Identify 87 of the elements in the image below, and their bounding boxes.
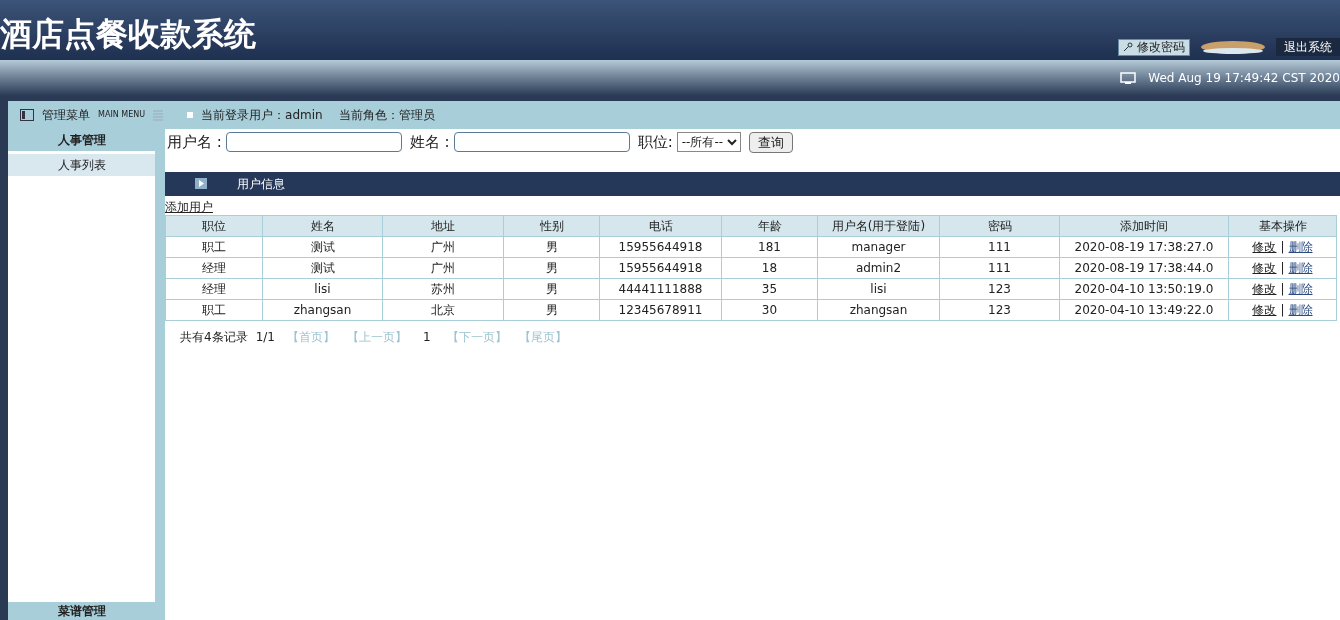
table-cell: lisi	[817, 278, 940, 299]
delete-link[interactable]: 删除	[1288, 239, 1313, 254]
key-icon	[1123, 42, 1133, 52]
table-cell: admin2	[817, 257, 940, 278]
sidebar-item[interactable]: 人事列表	[8, 154, 155, 176]
table-cell: 111	[939, 257, 1060, 278]
app-title: 酒店点餐收款系统	[0, 18, 256, 50]
table-cell: 广州	[382, 257, 504, 278]
table-cell: 职工	[165, 299, 263, 320]
table-cell: manager	[817, 236, 940, 257]
table-cell: 男	[503, 299, 600, 320]
delete-link[interactable]: 删除	[1288, 260, 1313, 275]
datetime-text: Wed Aug 19 17:49:42 CST 2020	[1148, 70, 1340, 87]
field-label: 用户名 :	[167, 132, 222, 153]
food-dish-icon	[1198, 39, 1268, 55]
panel-icon	[20, 109, 34, 121]
table-cell: 35	[721, 278, 818, 299]
table-cell: 测试	[262, 236, 383, 257]
separator-text: |	[1280, 281, 1285, 296]
column-header: 性别	[503, 215, 600, 236]
section-title: 用户信息	[237, 175, 285, 193]
table-cell: 30	[721, 299, 818, 320]
table-cell: zhangsan	[262, 299, 383, 320]
table-cell: 苏州	[382, 278, 504, 299]
table-cell: 男	[503, 278, 600, 299]
column-header: 用户名(用于登陆)	[817, 215, 940, 236]
column-header: 地址	[382, 215, 504, 236]
table-cell: 181	[721, 236, 818, 257]
input-field[interactable]	[225, 132, 402, 153]
table-cell: 2020-04-10 13:49:22.0	[1059, 299, 1229, 320]
table-cell: 男	[503, 236, 600, 257]
separator-text: |	[1280, 260, 1285, 275]
column-header: 基本操作	[1228, 215, 1337, 236]
column-header: 密码	[939, 215, 1060, 236]
current-user-text: 当前登录用户：admin	[201, 107, 323, 124]
menu-title: 管理菜单	[42, 107, 90, 124]
table-cell: 2020-08-19 17:38:27.0	[1059, 236, 1229, 257]
column-header: 年龄	[721, 215, 818, 236]
table-cell: 18	[721, 257, 818, 278]
play-icon	[195, 178, 207, 189]
table-cell: 男	[503, 257, 600, 278]
table-cell: 广州	[382, 236, 504, 257]
column-header: 电话	[599, 215, 722, 236]
table-cell: 北京	[382, 299, 504, 320]
table-cell: lisi	[262, 278, 383, 299]
menu-subtitle: MAIN MENU	[98, 109, 146, 121]
separator-text: |	[1280, 239, 1285, 254]
logout-button[interactable]: 退出系统	[1276, 38, 1340, 56]
table-cell: 15955644918	[599, 257, 722, 278]
table-cell: 经理	[165, 278, 263, 299]
column-header: 职位	[165, 215, 263, 236]
table-cell: 2020-08-19 17:38:44.0	[1059, 257, 1229, 278]
table-cell: 12345678911	[599, 299, 722, 320]
change-password-button[interactable]: 修改密码	[1118, 38, 1190, 56]
delete-link[interactable]: 删除	[1288, 281, 1313, 296]
table-cell: 111	[939, 236, 1060, 257]
edit-link[interactable]: 修改	[1252, 281, 1277, 296]
table-cell: 测试	[262, 257, 383, 278]
column-header: 姓名	[262, 215, 383, 236]
table-cell: 123	[939, 299, 1060, 320]
current-page: 1	[422, 328, 431, 346]
current-role-text: 当前角色：管理员	[338, 107, 435, 124]
separator-text: |	[1280, 302, 1285, 317]
monitor-icon	[1120, 72, 1137, 84]
bullet-icon	[187, 112, 194, 118]
record-count: 共有4条记录	[180, 328, 248, 346]
table-cell: 15955644918	[599, 236, 722, 257]
position-select[interactable]: --所有--	[676, 132, 741, 153]
table-cell: 职工	[165, 236, 263, 257]
edit-link[interactable]: 修改	[1252, 260, 1277, 275]
field-label: 姓名 :	[409, 132, 450, 153]
edit-link[interactable]: 修改	[1252, 239, 1277, 254]
page-indicator: 1/1	[255, 328, 275, 346]
sidebar-group-header[interactable]: 人事管理	[8, 129, 155, 151]
table-cell: zhangsan	[817, 299, 940, 320]
add-user-link[interactable]: 添加用户	[165, 199, 213, 215]
table-cell: 123	[939, 278, 1060, 299]
delete-link[interactable]: 删除	[1288, 302, 1313, 317]
edit-link[interactable]: 修改	[1252, 302, 1277, 317]
table-cell: 44441111888	[599, 278, 722, 299]
column-header: 添加时间	[1059, 215, 1229, 236]
input-field[interactable]	[453, 132, 630, 153]
sidebar-group-header[interactable]: 菜谱管理	[8, 602, 155, 620]
table-cell: 经理	[165, 257, 263, 278]
field-label: 职位:	[637, 132, 673, 153]
table-cell: 2020-04-10 13:50:19.0	[1059, 278, 1229, 299]
search-button[interactable]: 查询	[748, 131, 793, 153]
